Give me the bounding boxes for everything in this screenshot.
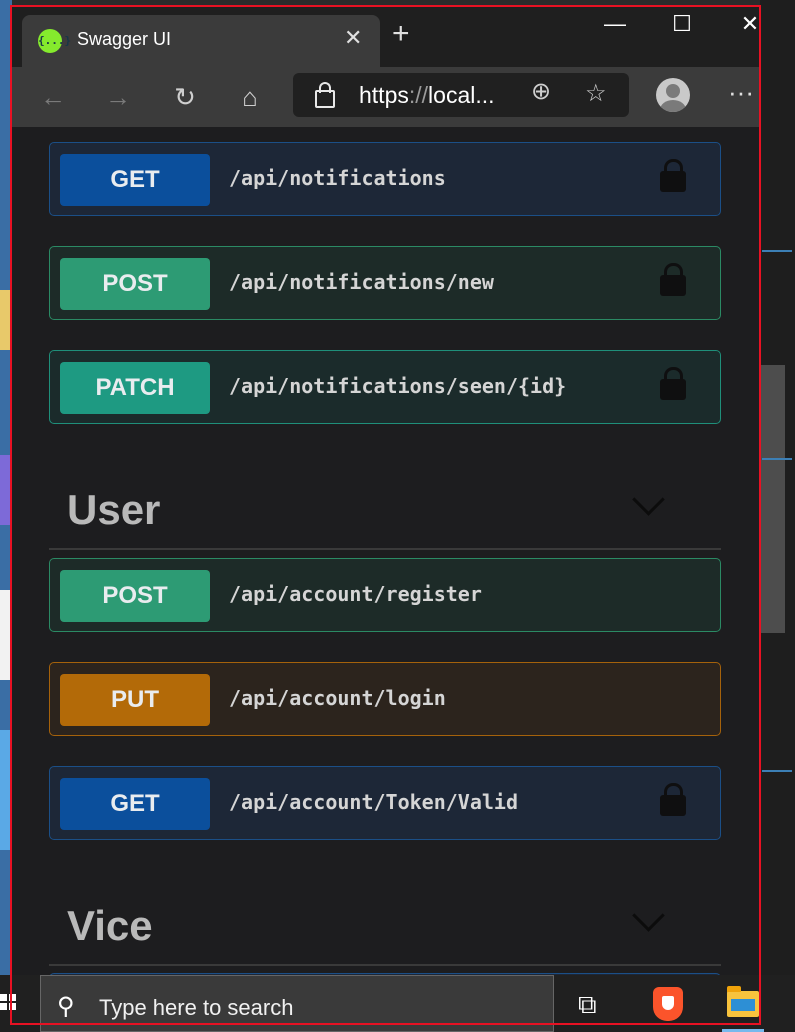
windows-start-icon[interactable]: [0, 994, 16, 1010]
browser-window: {...} Swagger UI ✕ + — ☐ ✕ ← → ↻ ⌂ https…: [10, 5, 761, 975]
tab-close-icon[interactable]: ✕: [344, 25, 362, 51]
address-bar[interactable]: https://local... ⊕ ☆: [293, 73, 629, 117]
title-bar: {...} Swagger UI ✕ + — ☐ ✕: [10, 5, 761, 67]
operation-get-notifications[interactable]: GET /api/notifications: [49, 142, 721, 216]
method-badge: POST: [60, 570, 210, 622]
operation-patch-notifications-seen[interactable]: PATCH /api/notifications/seen/{id}: [49, 350, 721, 424]
taskbar-search-box[interactable]: ⚲ Type here to search: [40, 975, 554, 1032]
swagger-page: GET /api/notifications POST /api/notific…: [10, 127, 761, 975]
operation-path: /api/account/register: [229, 582, 482, 606]
task-view-icon[interactable]: ⧉: [578, 989, 597, 1021]
address-url[interactable]: https://local...: [359, 82, 495, 109]
authorize-lock-icon[interactable]: [660, 783, 686, 816]
url-scheme: https: [359, 82, 409, 108]
background-line: [762, 770, 792, 772]
tab-title: Swagger UI: [77, 29, 172, 49]
operation-path: /api/notifications: [229, 166, 446, 190]
section-title: User: [67, 486, 161, 533]
avatar-body: [660, 100, 686, 112]
method-badge: PATCH: [60, 362, 210, 414]
profile-avatar[interactable]: [656, 78, 690, 112]
operation-path: /api/account/Token/Valid: [229, 790, 518, 814]
authorize-lock-icon[interactable]: [660, 367, 686, 400]
background-line: [762, 458, 792, 460]
background-line: [762, 250, 792, 252]
background-scrollbar: [760, 365, 785, 633]
section-title: Vice: [67, 902, 153, 949]
operation-get-account-token-valid[interactable]: GET /api/account/Token/Valid: [49, 766, 721, 840]
operation-path: /api/account/login: [229, 686, 446, 710]
search-icon: ⚲: [57, 993, 75, 1020]
method-badge: PUT: [60, 674, 210, 726]
zoom-icon[interactable]: ⊕: [531, 77, 551, 106]
authorize-lock-icon[interactable]: [660, 159, 686, 192]
method-badge: POST: [60, 258, 210, 310]
url-separator: ://: [408, 82, 429, 108]
authorize-lock-icon[interactable]: [660, 263, 686, 296]
operation-path: /api/notifications/new: [229, 270, 494, 294]
operation-put-account-login[interactable]: PUT /api/account/login: [49, 662, 721, 736]
method-badge: GET: [60, 778, 210, 830]
section-header-user[interactable]: User: [49, 478, 721, 550]
favorite-star-icon[interactable]: ☆: [585, 79, 607, 108]
browser-tab[interactable]: {...} Swagger UI ✕: [22, 15, 380, 67]
operation-post-account-register[interactable]: POST /api/account/register: [49, 558, 721, 632]
chevron-down-icon[interactable]: [632, 899, 665, 932]
browser-toolbar: ← → ↻ ⌂ https://local... ⊕ ☆ ···: [10, 67, 761, 127]
forward-button[interactable]: →: [98, 77, 138, 117]
chevron-down-icon[interactable]: [632, 483, 665, 516]
swagger-favicon-icon: {...}: [38, 29, 71, 53]
new-tab-button[interactable]: +: [392, 19, 410, 49]
maximize-button[interactable]: ☐: [662, 11, 702, 37]
file-explorer-icon[interactable]: [727, 986, 759, 1017]
search-placeholder: Type here to search: [99, 995, 294, 1020]
brave-browser-icon[interactable]: [653, 987, 683, 1021]
back-button[interactable]: ←: [33, 77, 73, 117]
url-host: local...: [428, 82, 495, 108]
refresh-button[interactable]: ↻: [165, 77, 205, 117]
minimize-button[interactable]: —: [595, 11, 635, 37]
more-menu-icon[interactable]: ···: [728, 77, 754, 108]
section-header-vice[interactable]: Vice: [49, 894, 721, 966]
home-button[interactable]: ⌂: [230, 77, 270, 117]
avatar-head: [666, 84, 680, 98]
operation-post-notifications-new[interactable]: POST /api/notifications/new: [49, 246, 721, 320]
close-window-button[interactable]: ✕: [730, 11, 761, 37]
method-badge: GET: [60, 154, 210, 206]
background-window-edge: [760, 0, 795, 975]
lock-icon[interactable]: [315, 82, 335, 108]
operation-path: /api/notifications/seen/{id}: [229, 374, 567, 398]
windows-taskbar: ⚲ Type here to search ⧉: [0, 975, 795, 1032]
